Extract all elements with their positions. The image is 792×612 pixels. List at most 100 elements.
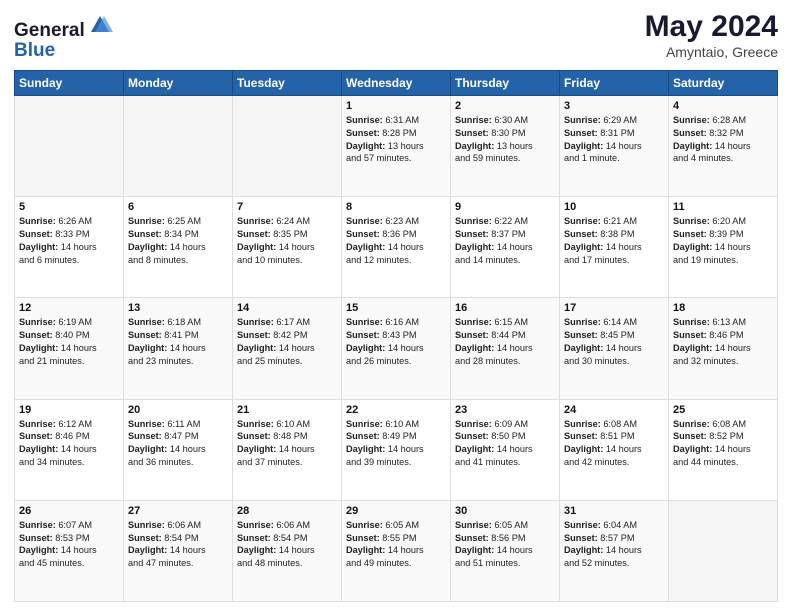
calendar-header: SundayMondayTuesdayWednesdayThursdayFrid…: [15, 70, 778, 95]
day-cell: [669, 500, 778, 601]
week-row-3: 12Sunrise: 6:19 AMSunset: 8:40 PMDayligh…: [15, 298, 778, 399]
day-info-line: Sunset: 8:40 PM: [19, 329, 119, 342]
day-cell: 7Sunrise: 6:24 AMSunset: 8:35 PMDaylight…: [233, 197, 342, 298]
day-info-line: Daylight: 14 hours: [346, 544, 446, 557]
day-info-line: Sunset: 8:34 PM: [128, 228, 228, 241]
day-info-line: Sunset: 8:51 PM: [564, 430, 664, 443]
week-row-4: 19Sunrise: 6:12 AMSunset: 8:46 PMDayligh…: [15, 399, 778, 500]
day-info-line: and 14 minutes.: [455, 254, 555, 267]
day-number: 8: [346, 201, 446, 213]
day-number: 12: [19, 302, 119, 314]
day-info-line: and 30 minutes.: [564, 355, 664, 368]
day-cell: 5Sunrise: 6:26 AMSunset: 8:33 PMDaylight…: [15, 197, 124, 298]
day-info-line: and 10 minutes.: [237, 254, 337, 267]
day-cell: 22Sunrise: 6:10 AMSunset: 8:49 PMDayligh…: [342, 399, 451, 500]
day-number: 1: [346, 100, 446, 112]
day-info-line: Sunrise: 6:24 AM: [237, 215, 337, 228]
day-info-line: Sunset: 8:30 PM: [455, 127, 555, 140]
day-info-line: Sunrise: 6:15 AM: [455, 316, 555, 329]
day-cell: 9Sunrise: 6:22 AMSunset: 8:37 PMDaylight…: [451, 197, 560, 298]
day-number: 29: [346, 505, 446, 517]
day-info-line: Daylight: 14 hours: [19, 544, 119, 557]
day-number: 18: [673, 302, 773, 314]
day-cell: 16Sunrise: 6:15 AMSunset: 8:44 PMDayligh…: [451, 298, 560, 399]
day-cell: 20Sunrise: 6:11 AMSunset: 8:47 PMDayligh…: [124, 399, 233, 500]
day-cell: [124, 95, 233, 196]
day-info-line: Daylight: 14 hours: [346, 443, 446, 456]
calendar: SundayMondayTuesdayWednesdayThursdayFrid…: [14, 70, 778, 602]
day-info-line: Sunrise: 6:12 AM: [19, 418, 119, 431]
day-info-line: and 21 minutes.: [19, 355, 119, 368]
day-info-line: and 23 minutes.: [128, 355, 228, 368]
day-info-line: Sunset: 8:54 PM: [237, 532, 337, 545]
day-info-line: and 48 minutes.: [237, 557, 337, 570]
day-info-line: Daylight: 14 hours: [346, 342, 446, 355]
header-cell-wednesday: Wednesday: [342, 70, 451, 95]
day-cell: 26Sunrise: 6:07 AMSunset: 8:53 PMDayligh…: [15, 500, 124, 601]
day-info-line: Daylight: 14 hours: [564, 140, 664, 153]
day-info-line: Daylight: 14 hours: [346, 241, 446, 254]
day-info-line: Sunset: 8:52 PM: [673, 430, 773, 443]
day-info-line: Daylight: 14 hours: [455, 241, 555, 254]
day-cell: 17Sunrise: 6:14 AMSunset: 8:45 PMDayligh…: [560, 298, 669, 399]
day-info-line: Sunrise: 6:10 AM: [237, 418, 337, 431]
day-info-line: Sunrise: 6:16 AM: [346, 316, 446, 329]
day-number: 13: [128, 302, 228, 314]
day-info-line: Sunset: 8:57 PM: [564, 532, 664, 545]
day-info-line: and 19 minutes.: [673, 254, 773, 267]
day-info-line: Daylight: 14 hours: [673, 443, 773, 456]
day-cell: [233, 95, 342, 196]
day-cell: 12Sunrise: 6:19 AMSunset: 8:40 PMDayligh…: [15, 298, 124, 399]
day-info-line: and 51 minutes.: [455, 557, 555, 570]
day-cell: 21Sunrise: 6:10 AMSunset: 8:48 PMDayligh…: [233, 399, 342, 500]
header-cell-saturday: Saturday: [669, 70, 778, 95]
day-cell: 25Sunrise: 6:08 AMSunset: 8:52 PMDayligh…: [669, 399, 778, 500]
week-row-1: 1Sunrise: 6:31 AMSunset: 8:28 PMDaylight…: [15, 95, 778, 196]
day-info-line: Daylight: 14 hours: [128, 544, 228, 557]
day-number: 7: [237, 201, 337, 213]
day-info-line: Daylight: 14 hours: [673, 140, 773, 153]
location: Amyntaio, Greece: [645, 44, 778, 60]
day-number: 30: [455, 505, 555, 517]
day-info-line: and 47 minutes.: [128, 557, 228, 570]
day-info-line: and 25 minutes.: [237, 355, 337, 368]
day-number: 28: [237, 505, 337, 517]
day-info-line: Sunrise: 6:23 AM: [346, 215, 446, 228]
day-cell: 18Sunrise: 6:13 AMSunset: 8:46 PMDayligh…: [669, 298, 778, 399]
day-info-line: and 42 minutes.: [564, 456, 664, 469]
day-number: 16: [455, 302, 555, 314]
day-cell: 28Sunrise: 6:06 AMSunset: 8:54 PMDayligh…: [233, 500, 342, 601]
day-number: 20: [128, 404, 228, 416]
day-number: 3: [564, 100, 664, 112]
day-number: 15: [346, 302, 446, 314]
page: General Blue May 2024 Amyntaio, Greece: [0, 0, 792, 612]
day-cell: 24Sunrise: 6:08 AMSunset: 8:51 PMDayligh…: [560, 399, 669, 500]
day-number: 19: [19, 404, 119, 416]
day-info-line: and 52 minutes.: [564, 557, 664, 570]
day-info-line: Sunrise: 6:08 AM: [564, 418, 664, 431]
day-info-line: Daylight: 14 hours: [455, 544, 555, 557]
day-cell: 2Sunrise: 6:30 AMSunset: 8:30 PMDaylight…: [451, 95, 560, 196]
day-cell: 30Sunrise: 6:05 AMSunset: 8:56 PMDayligh…: [451, 500, 560, 601]
day-number: 27: [128, 505, 228, 517]
day-number: 31: [564, 505, 664, 517]
day-number: 6: [128, 201, 228, 213]
day-info-line: Daylight: 14 hours: [564, 241, 664, 254]
header-cell-thursday: Thursday: [451, 70, 560, 95]
day-info-line: Sunrise: 6:26 AM: [19, 215, 119, 228]
day-info-line: and 12 minutes.: [346, 254, 446, 267]
day-info-line: Daylight: 14 hours: [128, 241, 228, 254]
day-cell: 11Sunrise: 6:20 AMSunset: 8:39 PMDayligh…: [669, 197, 778, 298]
day-info-line: Sunset: 8:41 PM: [128, 329, 228, 342]
day-info-line: and 26 minutes.: [346, 355, 446, 368]
day-number: 2: [455, 100, 555, 112]
day-info-line: Sunrise: 6:06 AM: [128, 519, 228, 532]
day-info-line: Daylight: 14 hours: [564, 443, 664, 456]
header: General Blue May 2024 Amyntaio, Greece: [14, 10, 778, 62]
day-info-line: Sunrise: 6:28 AM: [673, 114, 773, 127]
day-info-line: Sunrise: 6:31 AM: [346, 114, 446, 127]
header-cell-monday: Monday: [124, 70, 233, 95]
day-info-line: and 45 minutes.: [19, 557, 119, 570]
day-info-line: and 41 minutes.: [455, 456, 555, 469]
day-info-line: Sunset: 8:46 PM: [673, 329, 773, 342]
